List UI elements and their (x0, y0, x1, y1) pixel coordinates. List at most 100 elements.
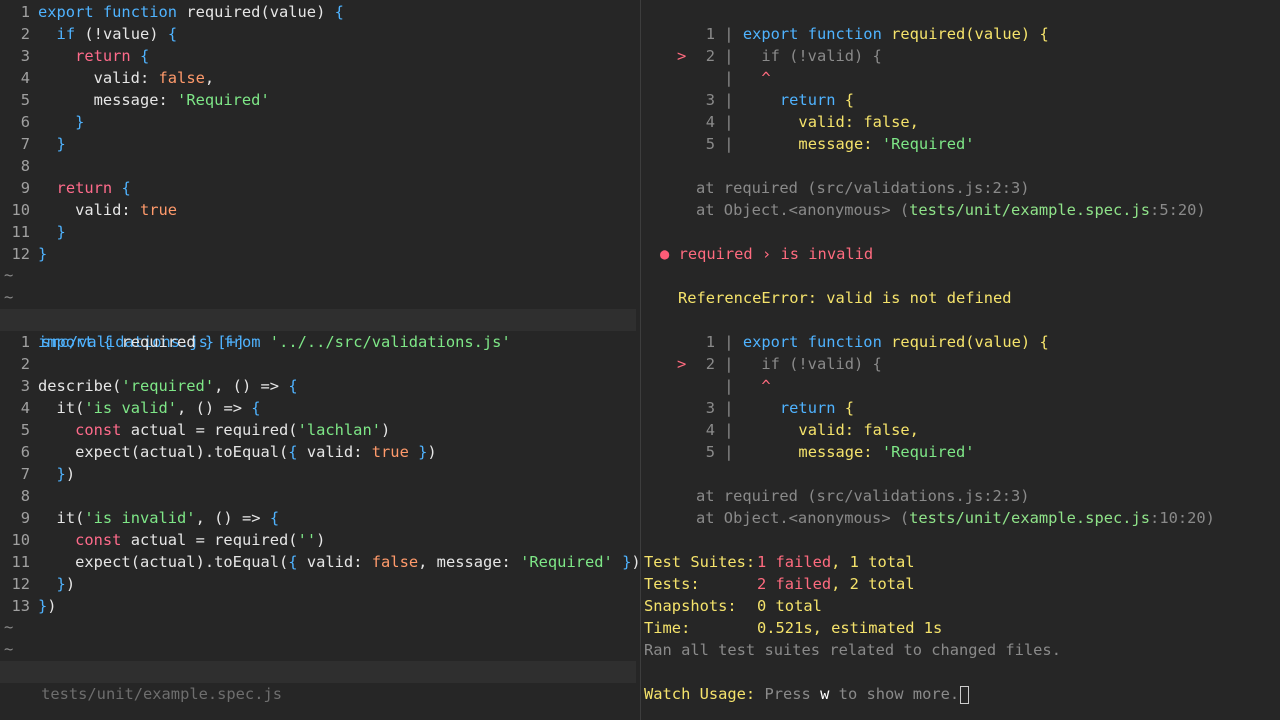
watch-label: Watch Usage: (644, 685, 756, 703)
terminal-cursor (960, 685, 970, 704)
stack-trace-line: at required (src/validations.js:2:3) (696, 179, 1030, 197)
code-text[interactable]: it('is valid', () => { (30, 399, 261, 417)
snippet-line: 1 | export function required(value) { (677, 23, 1049, 45)
line-number: 10 (11, 201, 30, 219)
code-text[interactable]: } (30, 223, 66, 241)
line-number: 1 (20, 333, 30, 351)
editor-pane[interactable]: 1 export function required(value) {2 if (… (0, 0, 640, 720)
summary-suites: Test Suites: 1 failed, 1 total (644, 551, 915, 573)
code-text[interactable]: return { (30, 47, 149, 65)
line-number: 1 (20, 3, 30, 21)
code-line[interactable]: 8 (0, 155, 38, 177)
code-line[interactable]: 4 it('is valid', () => { (0, 397, 261, 419)
code-line[interactable]: 9 return { (0, 177, 131, 199)
watch-usage[interactable]: Watch Usage: Press w to show more. (644, 683, 970, 705)
trace-suffix: :5:20) (1150, 201, 1206, 219)
code-line[interactable]: 11 } (0, 221, 66, 243)
snippet-line-number: 4 (705, 113, 715, 131)
code-text[interactable] (30, 157, 38, 175)
line-number: 8 (20, 487, 30, 505)
error-message: ReferenceError: valid is not defined (678, 289, 1012, 307)
code-text[interactable]: }) (30, 597, 57, 615)
code-text[interactable]: describe('required', () => { (30, 377, 298, 395)
code-text[interactable]: it('is invalid', () => { (30, 509, 280, 527)
empty-line-tilde: ~ (4, 266, 14, 284)
code-text[interactable] (30, 487, 38, 505)
code-line[interactable]: 5 const actual = required('lachlan') (0, 419, 391, 441)
line-number: 13 (11, 597, 30, 615)
code-line[interactable]: 3 describe('required', () => { (0, 375, 298, 397)
code-text[interactable]: } (30, 245, 47, 263)
code-text[interactable]: expect(actual).toEqual({ valid: true }) (30, 443, 437, 461)
code-line[interactable]: 10 valid: true (0, 199, 177, 221)
code-line[interactable]: 3 return { (0, 45, 150, 67)
code-line[interactable]: 7 }) (0, 463, 75, 485)
code-text[interactable]: message: 'Required' (30, 91, 270, 109)
code-text[interactable]: } (30, 113, 84, 131)
code-line[interactable]: 11 expect(actual).toEqual({ valid: false… (0, 551, 640, 573)
summary-total: , 1 total (831, 553, 915, 571)
line-number: 7 (20, 135, 30, 153)
trace-file: tests/unit/example.spec.js (909, 509, 1151, 527)
snippet-line-number: 5 (705, 135, 715, 153)
code-text[interactable]: return { (30, 179, 131, 197)
summary-label: Snapshots: (644, 597, 737, 615)
snippet-code: message: 'Required' (798, 443, 975, 461)
stack-trace-line: at Object.<anonymous> (tests/unit/exampl… (696, 199, 1206, 221)
code-line[interactable]: 10 const actual = required('') (0, 529, 325, 551)
error-line-marker-icon: > (677, 355, 687, 373)
failure-title: ● required › is invalid (660, 243, 873, 265)
snippet-line-number: 2 (705, 47, 715, 65)
gutter-bar: | (715, 355, 743, 373)
watch-key[interactable]: w (820, 685, 829, 703)
snippet-line-number: 1 (705, 333, 715, 351)
statusline-inactive: tests/unit/example.spec.js (0, 661, 636, 703)
code-text[interactable]: }) (30, 575, 76, 593)
code-text[interactable]: }) (30, 465, 76, 483)
code-text[interactable] (30, 355, 38, 373)
code-line[interactable]: 6 expect(actual).toEqual({ valid: true }… (0, 441, 437, 463)
code-line[interactable]: 1 export function required(value) { (0, 1, 344, 23)
line-number: 11 (11, 223, 30, 241)
code-text[interactable]: if (!value) { (30, 25, 178, 43)
code-line[interactable]: 12 }) (0, 573, 75, 595)
line-number: 11 (11, 553, 30, 571)
line-number: 12 (11, 575, 30, 593)
code-line[interactable]: 1 import { required } from '../../src/val… (0, 331, 511, 353)
code-line[interactable]: 9 it('is invalid', () => { (0, 507, 279, 529)
line-number: 12 (11, 245, 30, 263)
snippet-code: return { (779, 91, 855, 109)
code-text[interactable]: export function required(value) { (30, 3, 344, 21)
code-line[interactable]: 5 message: 'Required' (0, 89, 270, 111)
code-line[interactable]: 6 } (0, 111, 85, 133)
line-number: 5 (20, 421, 30, 439)
code-line[interactable]: 8 (0, 485, 38, 507)
code-line[interactable]: 4 valid: false, (0, 67, 214, 89)
code-line[interactable]: 2 (0, 353, 38, 375)
gutter-bar: | (715, 399, 743, 417)
code-line[interactable]: 2 if (!value) { (0, 23, 177, 45)
code-text[interactable]: valid: false, (30, 69, 215, 87)
gutter-bar: | (715, 443, 743, 461)
empty-line-tilde: ~ (4, 640, 14, 658)
empty-line-tilde: ~ (4, 288, 14, 306)
code-line[interactable]: 12} (0, 243, 47, 265)
code-text[interactable]: import { required } from '../../src/vali… (30, 333, 511, 351)
snippet-line: >2 | if (!valid) { (677, 45, 882, 67)
code-text[interactable]: expect(actual).toEqual({ valid: false, m… (30, 553, 640, 571)
code-line[interactable]: 13}) (0, 595, 57, 617)
code-text[interactable]: const actual = required('lachlan') (30, 421, 390, 439)
snippet-code: ^ (742, 377, 771, 395)
code-text[interactable]: const actual = required('') (30, 531, 325, 549)
code-text[interactable]: valid: true (30, 201, 177, 219)
snippet-code: export function required(value) { (742, 25, 1049, 43)
code-text[interactable]: } (30, 135, 66, 153)
snippet-line: | ^ (677, 67, 770, 89)
snippet-code: return { (779, 399, 855, 417)
line-number: 5 (20, 91, 30, 109)
gutter-bar: | (715, 377, 743, 395)
terminal-pane[interactable]: 1 | export function required(value) {>2 … (641, 0, 1280, 720)
code-line[interactable]: 7 } (0, 133, 66, 155)
snippet-code: message: 'Required' (798, 135, 975, 153)
snippet-code: if (!valid) { (742, 47, 882, 65)
